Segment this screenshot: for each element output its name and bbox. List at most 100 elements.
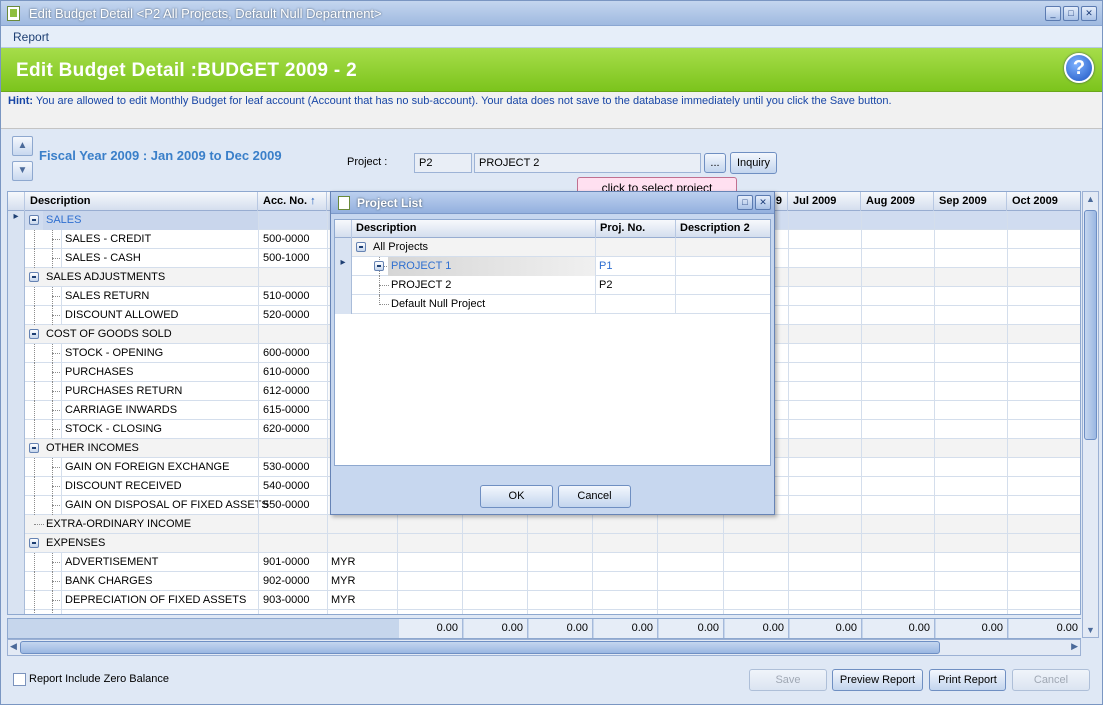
month-cell[interactable] [527,572,592,591]
dialog-col-description[interactable]: Description [352,220,596,238]
col-aug[interactable]: Aug 2009 [861,192,934,211]
month-cell[interactable] [934,344,1007,363]
month-cell[interactable] [788,572,861,591]
month-cell[interactable] [1007,420,1080,439]
horizontal-scroll-thumb[interactable] [20,641,940,654]
month-cell[interactable] [788,610,861,614]
month-cell[interactable] [934,306,1007,325]
month-cell[interactable] [934,477,1007,496]
month-cell[interactable] [861,382,934,401]
preview-report-button[interactable]: Preview Report [832,669,923,691]
minimize-button[interactable]: _ [1045,6,1061,21]
month-cell[interactable] [462,572,527,591]
month-cell[interactable] [861,401,934,420]
month-cell[interactable] [1007,249,1080,268]
project-name-field[interactable]: PROJECT 2 [474,153,701,173]
project-row[interactable]: All Projects [335,238,770,257]
month-cell[interactable] [934,458,1007,477]
month-cell[interactable] [592,610,657,614]
expand-icon[interactable] [374,261,384,271]
row-indicator[interactable] [8,344,25,363]
current-row-indicator[interactable]: ▸ [335,257,352,276]
col-description[interactable]: Description [25,192,258,211]
month-cell[interactable] [462,553,527,572]
month-cell[interactable] [1007,306,1080,325]
row-indicator[interactable] [8,553,25,572]
menu-report[interactable]: Report [13,30,49,44]
month-cell[interactable] [723,572,788,591]
month-cell[interactable] [788,249,861,268]
row-indicator[interactable] [335,276,352,295]
month-cell[interactable] [1007,382,1080,401]
collapse-icon[interactable] [29,443,39,453]
cancel-button[interactable]: Cancel [1012,669,1090,691]
col-acc-no[interactable]: Acc. No. ↑ [258,192,327,211]
month-cell[interactable] [723,610,788,614]
print-report-button[interactable]: Print Report [929,669,1006,691]
row-indicator[interactable] [8,268,25,287]
help-icon[interactable]: ? [1064,53,1094,83]
zero-balance-checkbox[interactable] [13,673,26,686]
row-indicator[interactable] [8,401,25,420]
table-row[interactable]: LOSS ON DISPOSAL OF FIXED ASSETS904-0000… [8,610,1080,614]
project-grid[interactable]: Description Proj. No. Description 2 All … [334,219,771,466]
month-cell[interactable] [934,591,1007,610]
month-cell[interactable] [861,363,934,382]
month-cell[interactable] [657,553,723,572]
month-cell[interactable] [934,572,1007,591]
month-cell[interactable] [788,287,861,306]
month-cell[interactable] [934,610,1007,614]
table-row[interactable]: BANK CHARGES 902-0000 MYR [8,572,1080,591]
maximize-button[interactable]: □ [1063,6,1079,21]
scroll-left-icon[interactable]: ◀ [10,641,17,652]
month-cell[interactable] [1007,496,1080,515]
month-cell[interactable] [934,553,1007,572]
month-cell[interactable] [462,610,527,614]
month-cell[interactable] [934,420,1007,439]
month-cell[interactable] [934,287,1007,306]
table-row[interactable]: EXTRA-ORDINARY INCOME [8,515,1080,534]
save-button[interactable]: Save [749,669,827,691]
inquiry-button[interactable]: Inquiry [730,152,777,174]
month-cell[interactable] [397,572,462,591]
month-cell[interactable] [861,572,934,591]
row-indicator[interactable] [8,610,25,614]
row-indicator[interactable] [335,238,352,257]
scroll-right-icon[interactable]: ▶ [1071,641,1078,652]
row-indicator[interactable] [8,591,25,610]
month-cell[interactable] [934,230,1007,249]
vertical-scroll-thumb[interactable] [1084,210,1097,440]
vertical-scrollbar[interactable]: ▲ ▼ [1082,191,1099,638]
ok-button[interactable]: OK [480,485,553,508]
row-indicator[interactable] [8,249,25,268]
month-cell[interactable] [657,610,723,614]
dialog-col-proj-no[interactable]: Proj. No. [596,220,676,238]
table-row[interactable]: ADVERTISEMENT 901-0000 MYR [8,553,1080,572]
month-cell[interactable] [657,591,723,610]
month-cell[interactable] [527,553,592,572]
row-indicator[interactable] [8,496,25,515]
month-cell[interactable] [1007,230,1080,249]
month-cell[interactable] [861,477,934,496]
collapse-icon[interactable] [356,242,366,252]
month-cell[interactable] [397,591,462,610]
horizontal-scrollbar[interactable]: ◀ ▶ [7,639,1081,656]
month-cell[interactable] [934,382,1007,401]
col-oct[interactable]: Oct 2009 [1007,192,1080,211]
row-indicator[interactable] [8,534,25,553]
current-row-indicator[interactable]: ▸ [8,211,25,230]
month-cell[interactable] [861,458,934,477]
project-row[interactable]: PROJECT 2 P2 [335,276,770,295]
month-cell[interactable] [861,344,934,363]
month-cell[interactable] [934,496,1007,515]
month-cell[interactable] [861,591,934,610]
month-cell[interactable] [1007,572,1080,591]
collapse-icon[interactable] [29,329,39,339]
month-cell[interactable] [861,496,934,515]
month-cell[interactable] [1007,287,1080,306]
month-cell[interactable] [788,496,861,515]
month-cell[interactable] [1007,553,1080,572]
close-button[interactable]: ✕ [1081,6,1097,21]
row-indicator[interactable] [8,230,25,249]
month-cell[interactable] [861,610,934,614]
